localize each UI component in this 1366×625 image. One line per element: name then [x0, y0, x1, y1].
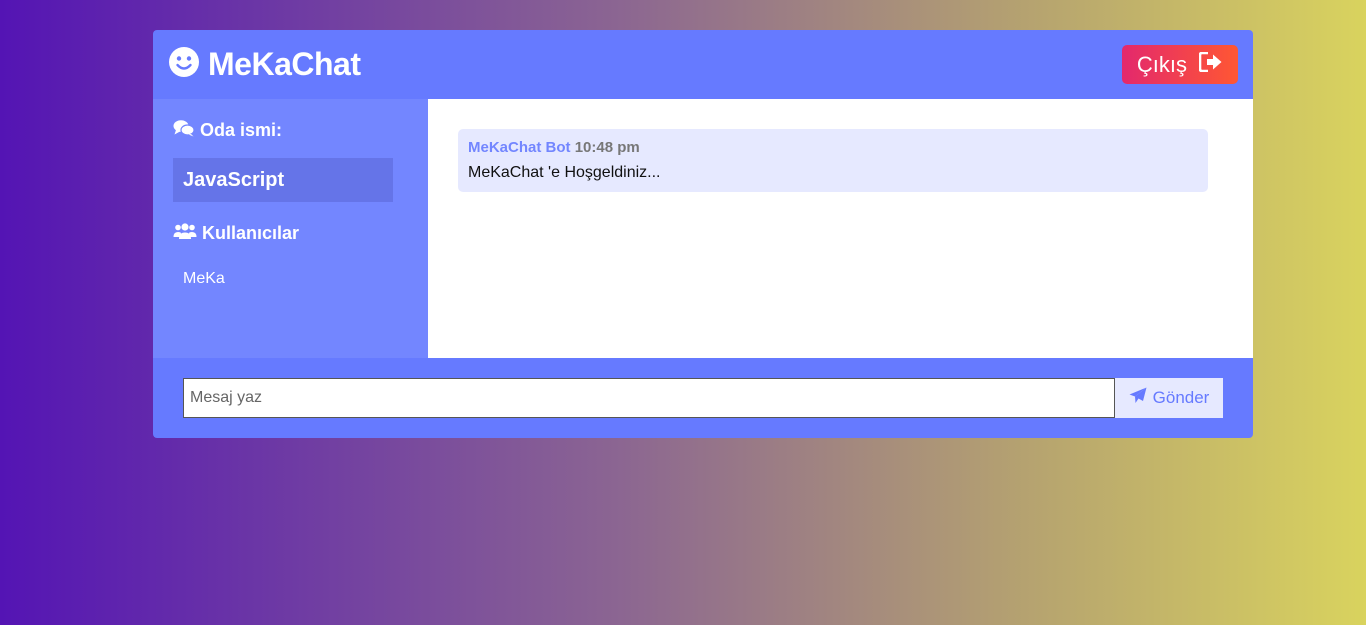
brand: MeKaChat: [168, 46, 361, 83]
room-name: JavaScript: [173, 158, 393, 202]
logout-button[interactable]: Çıkış: [1121, 45, 1238, 84]
logout-label: Çıkış: [1136, 51, 1187, 77]
room-heading-label: Oda ismi:: [200, 120, 283, 140]
users-list: MeKa: [173, 270, 408, 288]
message-meta: MeKaChat Bot 10:48 pm: [468, 139, 1198, 156]
user-item: MeKa: [183, 270, 225, 287]
message-user: MeKaChat Bot: [468, 139, 571, 156]
sidebar: Oda ismi: JavaScript Kullanıcılar MeKa: [153, 99, 428, 358]
message-text: MeKaChat 'e Hoşgeldiniz...: [468, 164, 661, 181]
paper-plane-icon: [1129, 387, 1147, 409]
users-heading-label: Kullanıcılar: [202, 223, 300, 243]
message-input[interactable]: [183, 378, 1115, 418]
users-heading: Kullanıcılar: [173, 222, 408, 245]
room-heading: Oda ismi:: [173, 119, 408, 142]
message-time: 10:48 pm: [574, 139, 640, 156]
send-button[interactable]: Gönder: [1115, 378, 1223, 418]
comments-icon: [173, 119, 195, 142]
chat-main: Oda ismi: JavaScript Kullanıcılar MeKa M…: [153, 99, 1253, 358]
chat-header: MeKaChat Çıkış: [153, 30, 1253, 99]
smile-icon: [168, 46, 200, 83]
app-title: MeKaChat: [208, 46, 361, 82]
chat-container: MeKaChat Çıkış Oda ismi: JavaScript Kull…: [153, 30, 1253, 438]
sign-out-icon: [1198, 51, 1223, 78]
send-label: Gönder: [1152, 388, 1210, 407]
message: MeKaChat Bot 10:48 pm MeKaChat 'e Hoşgel…: [458, 129, 1208, 192]
messages-panel: MeKaChat Bot 10:48 pm MeKaChat 'e Hoşgel…: [428, 99, 1253, 358]
chat-form: Gönder: [153, 358, 1253, 438]
users-icon: [173, 222, 197, 245]
